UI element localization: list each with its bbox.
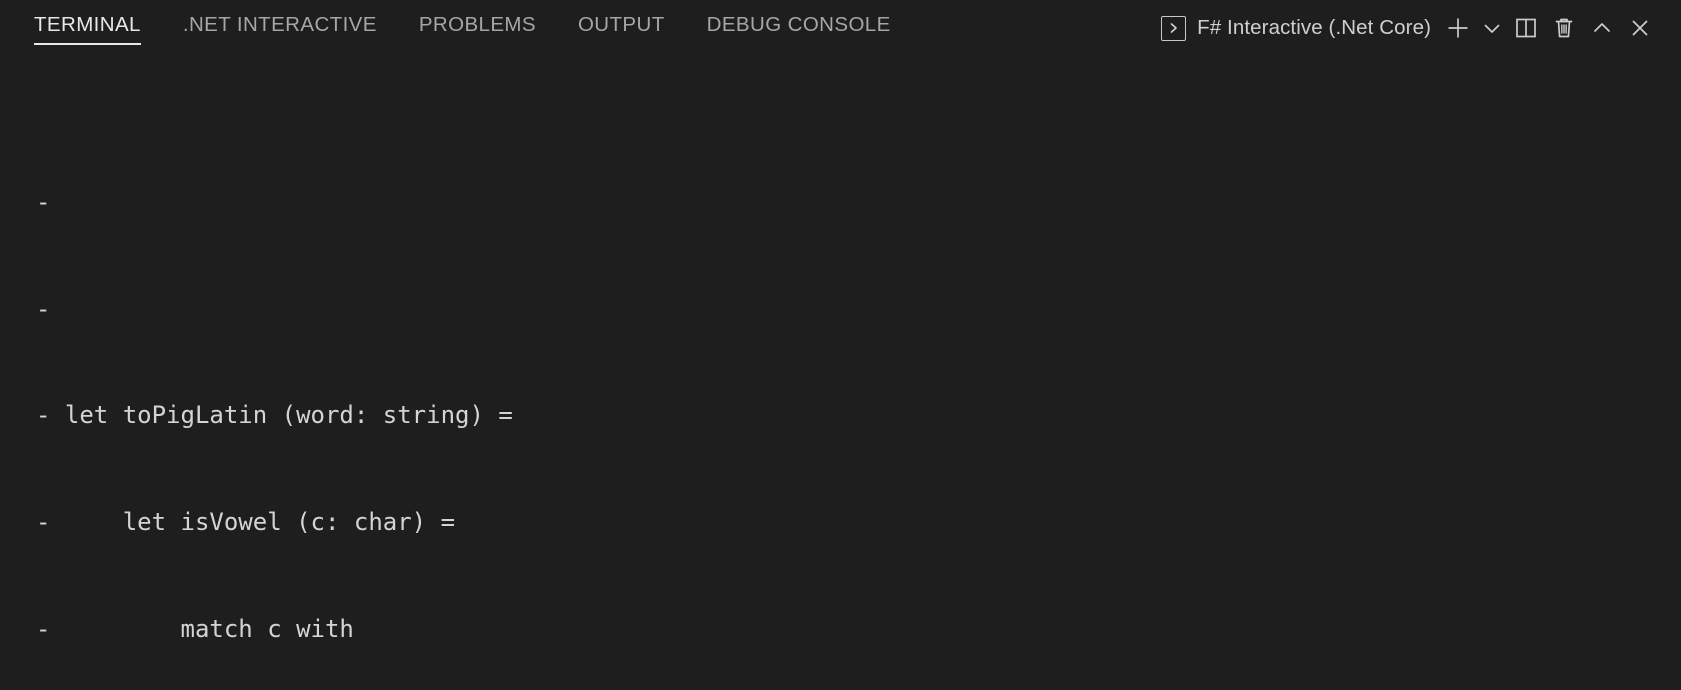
terminal-line: - [36, 187, 65, 216]
tab-output[interactable]: OUTPUT [557, 0, 686, 50]
tab-dotnet-interactive-label: .NET INTERACTIVE [182, 13, 377, 36]
terminal-line: - [36, 294, 65, 323]
maximize-panel-button[interactable] [1583, 9, 1621, 47]
plus-icon [1445, 15, 1471, 41]
chevron-up-icon [1590, 16, 1614, 40]
tab-debug-console[interactable]: DEBUG CONSOLE [686, 0, 912, 50]
terminal-output-area[interactable]: - - - let toPigLatin (word: string) = - … [0, 56, 1681, 690]
terminal-profile-dropdown[interactable] [1477, 9, 1507, 47]
tab-output-label: OUTPUT [577, 13, 665, 36]
panel-tab-list: TERMINAL .NET INTERACTIVE PROBLEMS OUTPU… [34, 0, 912, 56]
terminal-line: - match c with [36, 614, 354, 643]
split-terminal-button[interactable] [1507, 9, 1545, 47]
split-panel-icon [1513, 15, 1539, 41]
tab-dotnet-interactive[interactable]: .NET INTERACTIVE [162, 0, 398, 50]
tab-debug-console-label: DEBUG CONSOLE [706, 13, 891, 36]
tab-problems[interactable]: PROBLEMS [398, 0, 557, 50]
tab-terminal[interactable]: TERMINAL [34, 0, 162, 50]
panel-actions: F# Interactive (.Net Core) [1155, 0, 1659, 54]
chevron-down-icon [1481, 17, 1503, 39]
new-terminal-button[interactable] [1439, 9, 1477, 47]
close-panel-button[interactable] [1621, 9, 1659, 47]
tab-problems-label: PROBLEMS [418, 13, 536, 36]
panel-header: TERMINAL .NET INTERACTIVE PROBLEMS OUTPU… [0, 0, 1681, 56]
close-icon [1628, 16, 1652, 40]
active-terminal-label: F# Interactive (.Net Core) [1197, 16, 1431, 39]
terminal-line: - let isVowel (c: char) = [36, 508, 456, 537]
trash-icon [1551, 15, 1577, 41]
tab-terminal-label: TERMINAL [34, 13, 141, 36]
terminal-line: - let toPigLatin (word: string) = [36, 401, 513, 430]
active-terminal-selector[interactable]: F# Interactive (.Net Core) [1155, 12, 1439, 45]
kill-terminal-button[interactable] [1545, 9, 1583, 47]
terminal-chevron-icon [1161, 15, 1187, 41]
terminal-panel: TERMINAL .NET INTERACTIVE PROBLEMS OUTPU… [0, 0, 1681, 690]
